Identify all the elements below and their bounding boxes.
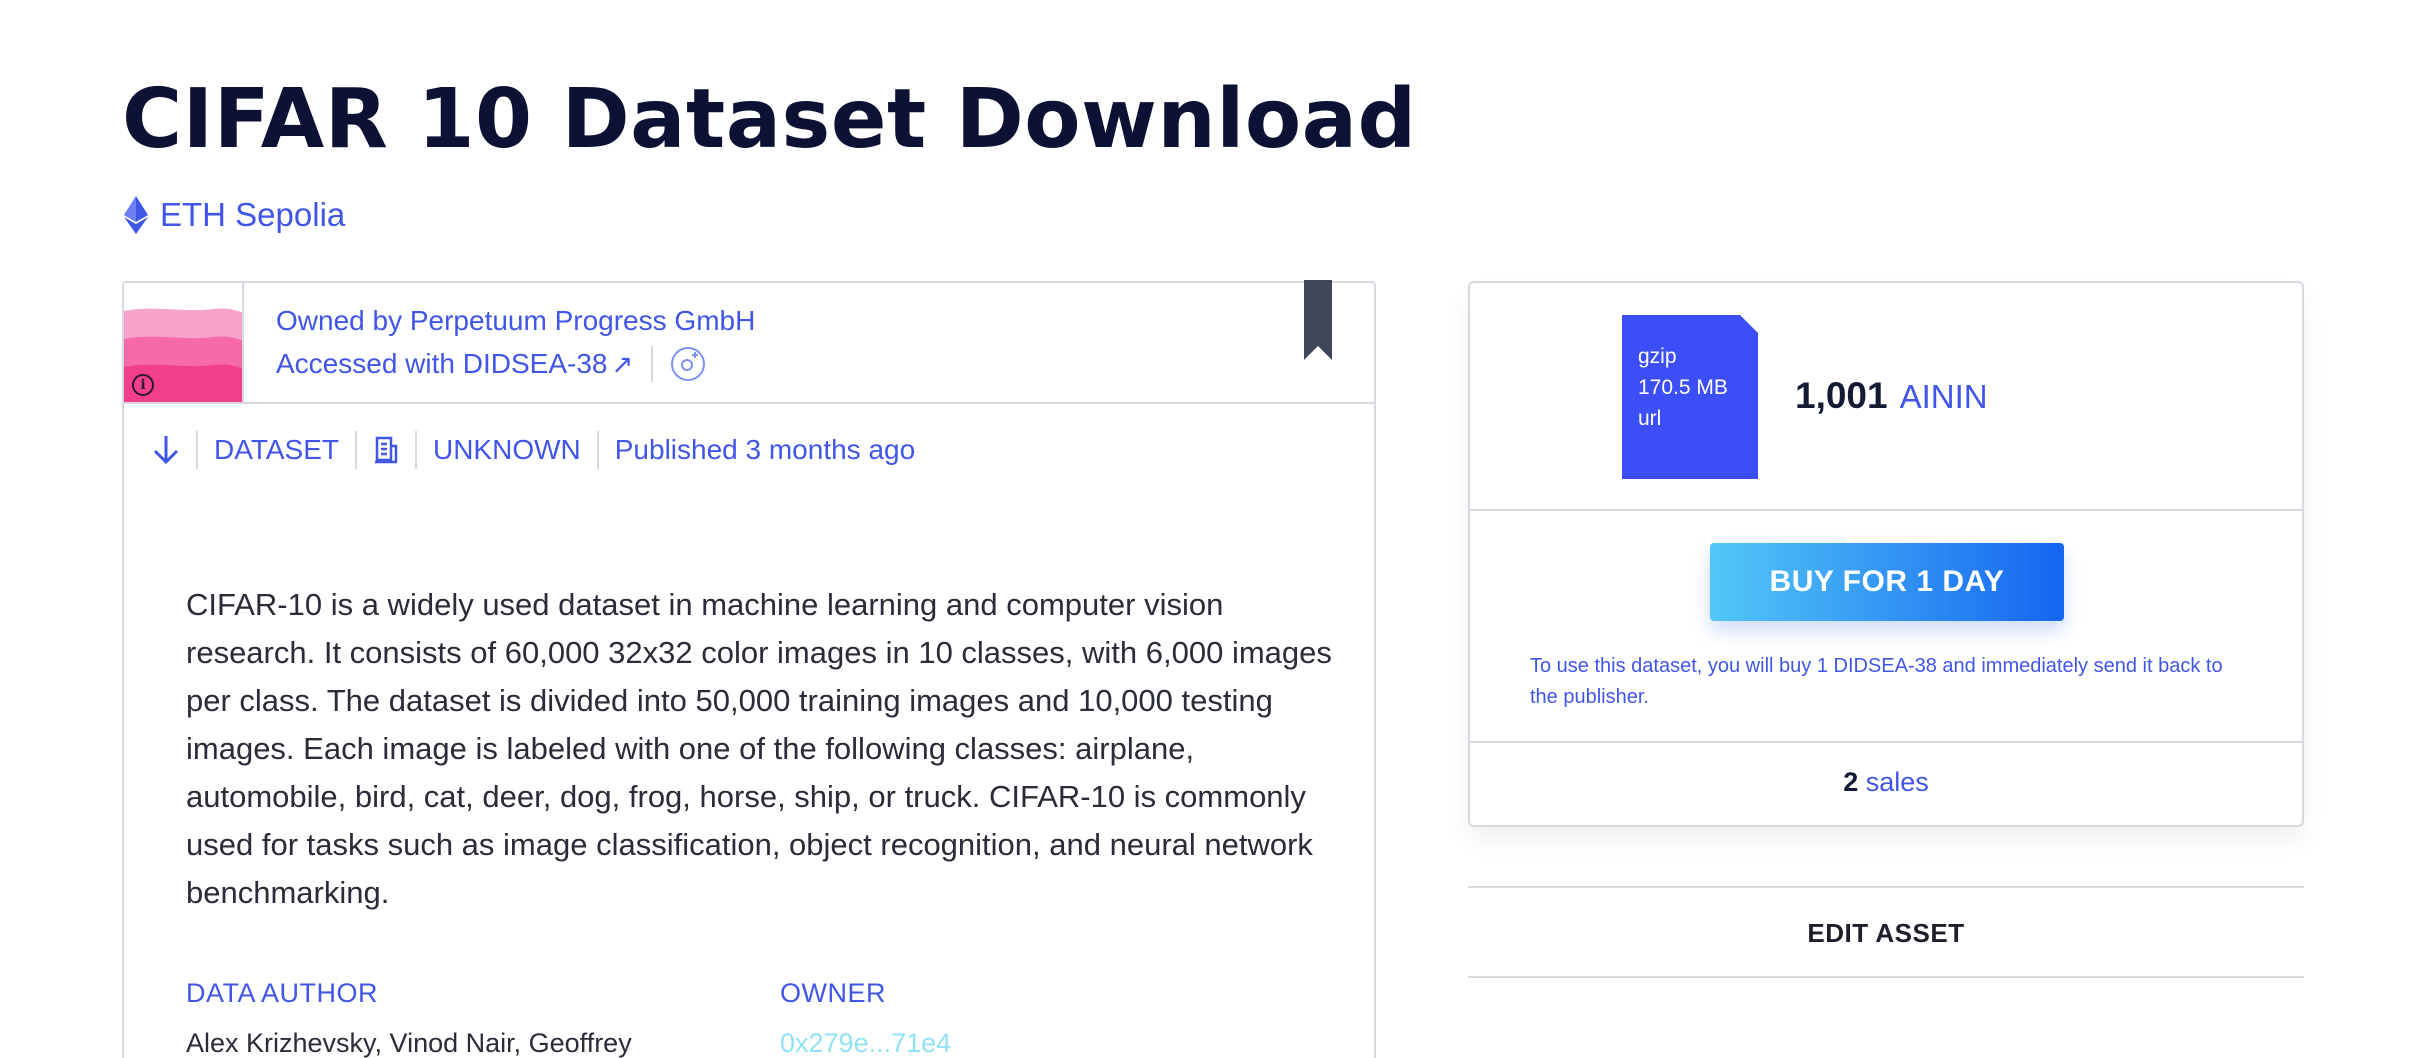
license-icon	[374, 436, 398, 464]
edit-asset-button[interactable]: EDIT ASSET	[1468, 918, 2304, 949]
asset-thumbnail: i	[124, 283, 244, 402]
purchase-card: gzip 170.5 MB url 1,001 AININ BUY FOR 1 …	[1468, 281, 2304, 827]
sales-number: 2	[1843, 767, 1859, 797]
file-type: gzip	[1638, 345, 1677, 368]
divider	[1470, 741, 2302, 743]
asset-card-header: i Owned by Perpetuum Progress GmbH Acces…	[124, 280, 1374, 404]
owner-label: OWNER	[780, 978, 886, 1008]
buy-button[interactable]: BUY FOR 1 DAY	[1710, 543, 2064, 621]
divider	[414, 431, 417, 469]
divider	[354, 431, 357, 469]
access-token-line: Accessed with DIDSEA-38 ↗	[276, 346, 706, 382]
asset-card: i Owned by Perpetuum Progress GmbH Acces…	[122, 280, 1376, 1058]
divider	[651, 346, 654, 382]
divider	[196, 431, 198, 469]
divider	[596, 431, 599, 469]
asset-meta-row: DATASET UNKNOWN Published 3 months ago	[152, 431, 915, 469]
file-size: 170.5 MB	[1638, 376, 1728, 399]
divider	[1468, 976, 2304, 978]
external-link-icon[interactable]: ↗	[611, 349, 633, 380]
file-icon: gzip 170.5 MB url	[1622, 315, 1758, 479]
price: 1,001 AININ	[1795, 375, 1988, 417]
asset-description: CIFAR-10 is a widely used dataset in mac…	[186, 587, 1332, 910]
download-icon	[153, 436, 179, 465]
data-author-label: DATA AUTHOR	[186, 978, 379, 1008]
network-name: ETH Sepolia	[160, 196, 346, 233]
asset-license: UNKNOWN	[432, 434, 581, 465]
profile-link-icon[interactable]	[671, 347, 706, 381]
sales-count: 2 sales	[1470, 767, 2302, 798]
page-title: CIFAR 10 Dataset Download	[122, 72, 1417, 167]
access-token-link[interactable]: Accessed with DIDSEA-38	[276, 348, 607, 380]
price-amount: 1,001	[1795, 375, 1888, 416]
info-icon[interactable]: i	[132, 374, 154, 396]
bookmark-icon[interactable]	[1304, 280, 1332, 360]
file-source: url	[1638, 407, 1662, 430]
published-date: Published 3 months ago	[614, 434, 916, 465]
owner-line[interactable]: Owned by Perpetuum Progress GmbH	[276, 305, 755, 337]
data-author-value: Alex Krizhevsky, Vinod Nair, Geoffrey	[186, 1028, 632, 1058]
divider	[1468, 886, 2304, 888]
network-label: ETH Sepolia	[124, 196, 345, 234]
ethereum-icon	[124, 196, 148, 234]
divider	[1470, 509, 2302, 511]
purchase-note: To use this dataset, you will buy 1 DIDS…	[1530, 655, 2223, 708]
asset-type: DATASET	[214, 434, 339, 465]
owner-address-link[interactable]: 0x279e...71e4	[780, 1028, 951, 1058]
sales-label: sales	[1865, 767, 1929, 797]
price-currency: AININ	[1899, 378, 1988, 415]
